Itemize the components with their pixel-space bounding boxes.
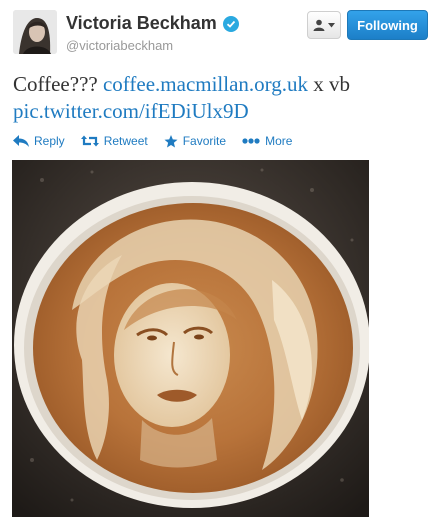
- reply-icon: [13, 135, 29, 147]
- user-handle[interactable]: @victoriabeckham: [66, 38, 173, 53]
- tweet-text: Coffee??? coffee.macmillan.org.uk x vb p…: [13, 71, 428, 125]
- person-icon: [313, 19, 325, 31]
- following-button[interactable]: Following: [347, 10, 428, 40]
- latte-art-image: [12, 160, 369, 517]
- more-action[interactable]: More: [242, 134, 292, 148]
- tweet-text-plain: Coffee???: [13, 72, 103, 96]
- reply-action[interactable]: Reply: [13, 134, 65, 148]
- user-actions-button[interactable]: [307, 11, 341, 39]
- tweet-link-macmillan[interactable]: coffee.macmillan.org.uk: [103, 72, 308, 96]
- favorite-action[interactable]: Favorite: [164, 134, 226, 148]
- more-label: More: [265, 134, 293, 148]
- favorite-label: Favorite: [182, 134, 227, 148]
- star-icon: [164, 134, 178, 147]
- more-dots-icon: [242, 138, 260, 144]
- verified-badge-icon: [222, 15, 239, 32]
- retweet-label: Retweet: [103, 134, 148, 148]
- display-name-row[interactable]: Victoria Beckham: [66, 13, 239, 34]
- tweet-text-after: x vb: [308, 72, 351, 96]
- tweet-photo[interactable]: [12, 160, 369, 517]
- avatar[interactable]: [13, 10, 57, 54]
- retweet-action[interactable]: Retweet: [80, 134, 148, 148]
- reply-label: Reply: [34, 134, 65, 148]
- display-name[interactable]: Victoria Beckham: [66, 13, 217, 34]
- avatar-photo: [13, 10, 57, 54]
- caret-down-icon: [328, 22, 335, 27]
- tweet-actions: Reply Retweet Favorite More: [13, 134, 292, 148]
- retweet-icon: [80, 135, 99, 147]
- tweet-link-pic[interactable]: pic.twitter.com/ifEDiUlx9D: [13, 99, 249, 123]
